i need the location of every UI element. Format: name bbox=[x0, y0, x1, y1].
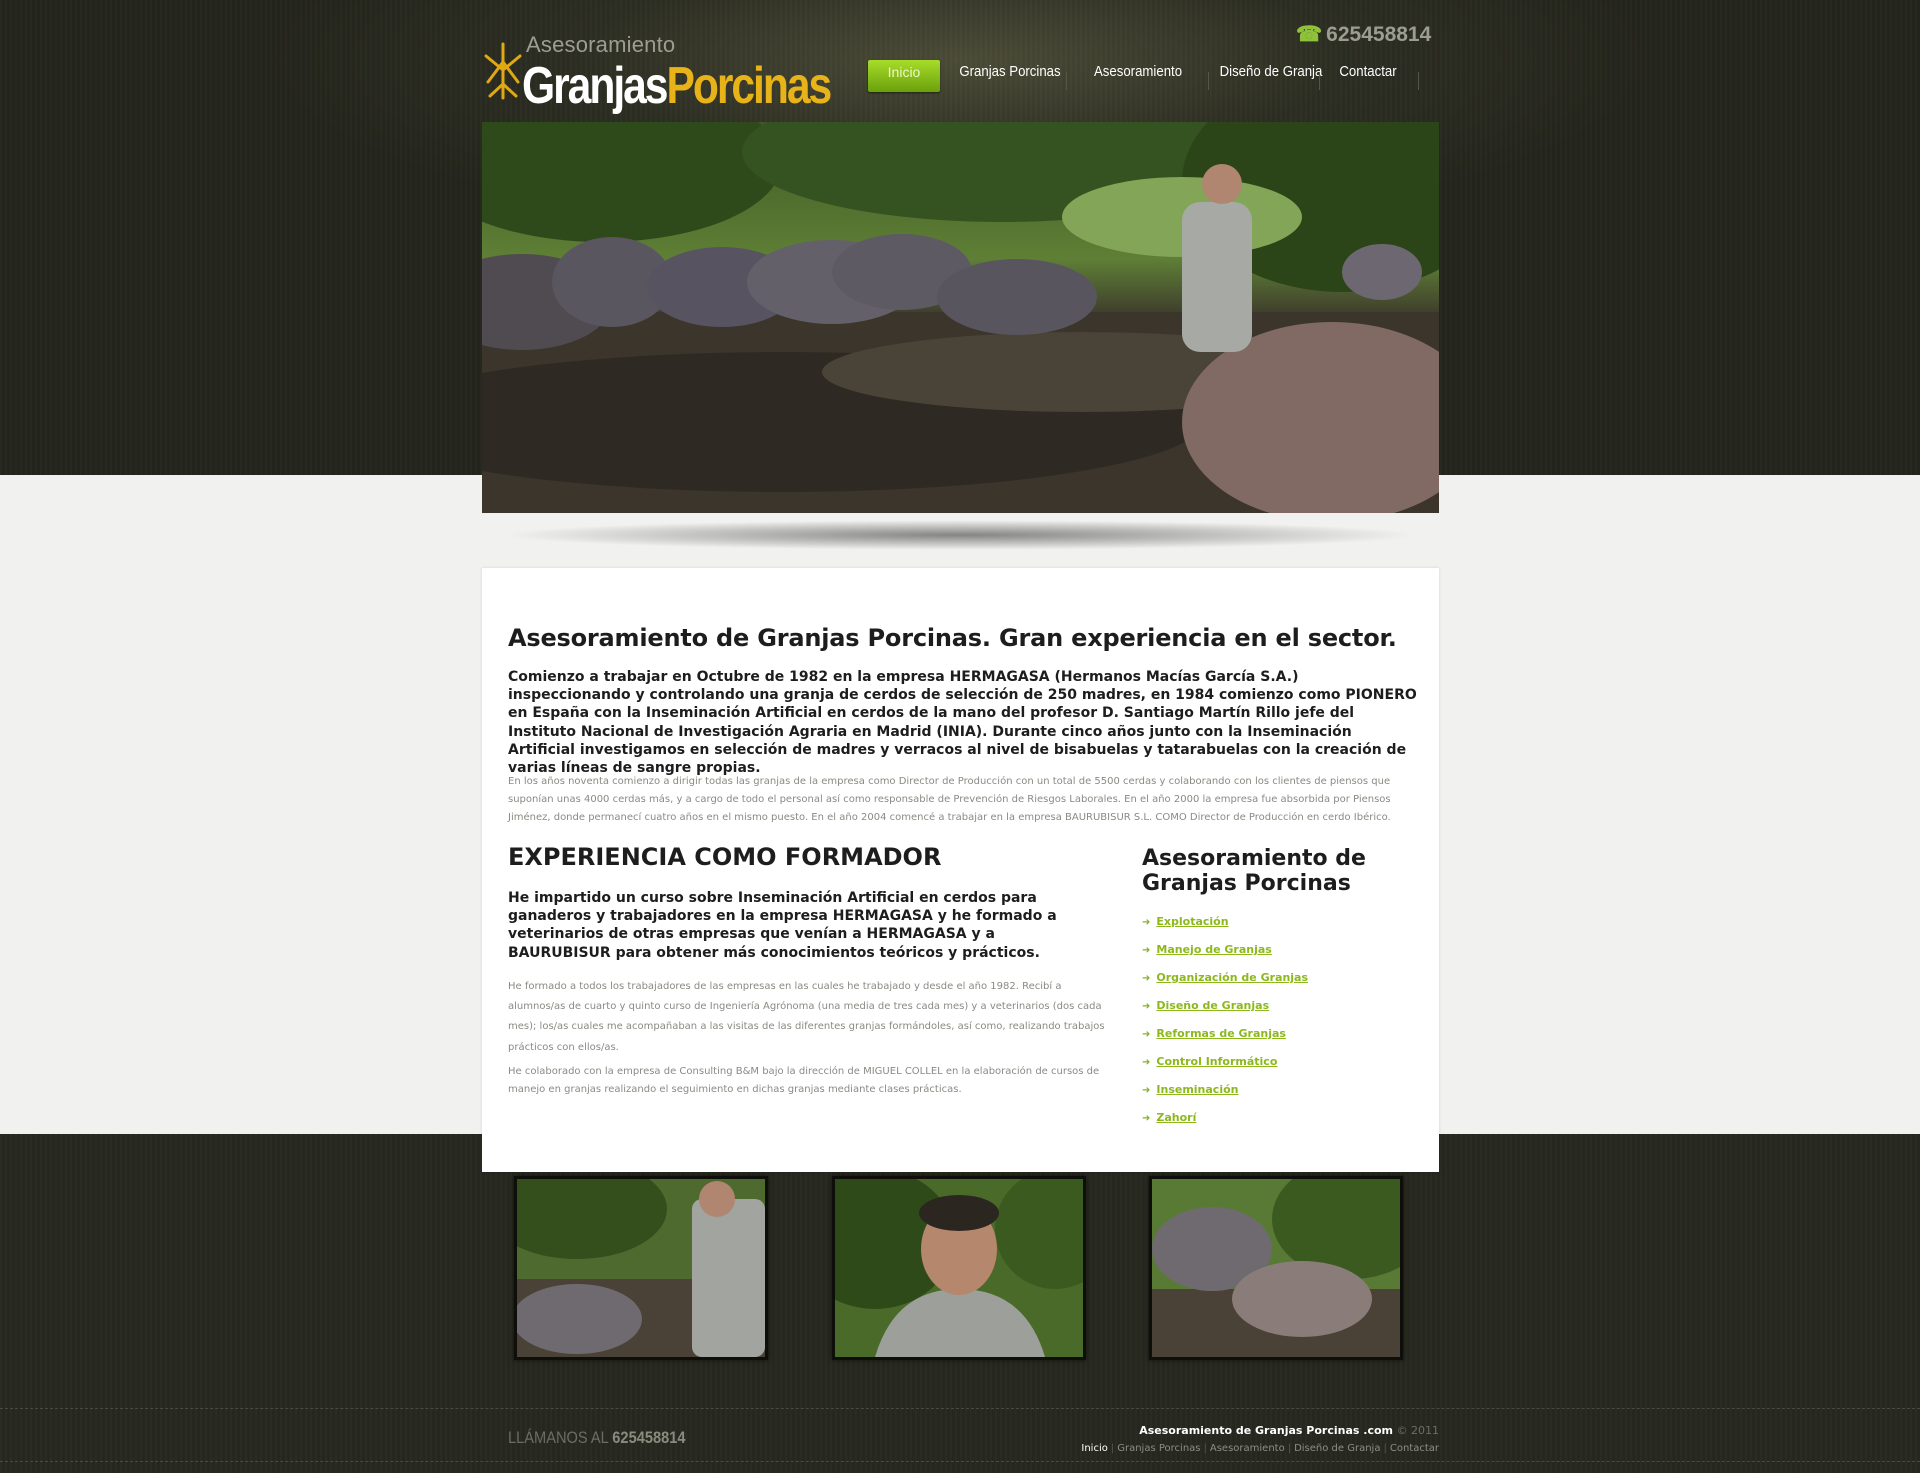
intro-detail-paragraph: En los años noventa comienzo a dirigir t… bbox=[508, 776, 1391, 824]
footer-link-contactar[interactable]: Contactar bbox=[1390, 1443, 1439, 1454]
gallery-photo-2[interactable] bbox=[832, 1176, 1086, 1360]
footer-call-us: LLÁMANOS AL 625458814 bbox=[508, 1428, 685, 1448]
header-phone-number: 625458814 bbox=[1326, 23, 1432, 46]
footer-link-inicio[interactable]: Inicio bbox=[1081, 1443, 1107, 1454]
logo-word-granjas: Granjas bbox=[522, 57, 668, 115]
nav-separator bbox=[1066, 72, 1067, 90]
footer-link-separator: | bbox=[1110, 1443, 1115, 1454]
sidebar-item-inseminacion: ➜ Inseminación bbox=[1142, 1082, 1422, 1110]
nav-separator bbox=[1319, 72, 1320, 90]
footer-brand-name: Asesoramiento de Granjas Porcinas .com bbox=[1139, 1424, 1393, 1437]
gallery-photo-3[interactable] bbox=[1149, 1176, 1403, 1360]
arrow-right-icon: ➜ bbox=[1142, 1029, 1151, 1040]
sidebar-item-manejo: ➜ Manejo de Granjas bbox=[1142, 942, 1422, 970]
wheat-icon bbox=[484, 42, 522, 100]
nav-separator bbox=[1208, 72, 1209, 90]
arrow-right-icon: ➜ bbox=[1142, 1085, 1151, 1096]
sidebar-item-organizacion: ➜ Organización de Granjas bbox=[1142, 970, 1422, 998]
sidebar-item-explotacion: ➜ Explotación bbox=[1142, 914, 1422, 942]
hero-shadow bbox=[500, 520, 1420, 550]
formador-consulting-paragraph: He colaborado con la empresa de Consulti… bbox=[508, 1066, 1100, 1096]
sidebar-link-reformas-de-granjas[interactable]: Reformas de Granjas bbox=[1156, 1027, 1286, 1040]
main-content: Asesoramiento de Granjas Porcinas. Gran … bbox=[482, 568, 1439, 1172]
gallery-photo-1[interactable] bbox=[514, 1176, 768, 1360]
sidebar-item-control: ➜ Control Informático bbox=[1142, 1054, 1422, 1082]
footer-link-granjas-porcinas[interactable]: Granjas Porcinas bbox=[1117, 1443, 1200, 1454]
nav-granjas-porcinas[interactable]: Granjas Porcinas bbox=[957, 60, 1063, 92]
sidebar-title: Asesoramiento de Granjas Porcinas bbox=[1142, 846, 1366, 896]
footer-nav: Inicio | Granjas Porcinas | Asesoramiento | Di… bbox=[1081, 1443, 1439, 1454]
sidebar-link-organizacion-de-granjas[interactable]: Organización de Granjas bbox=[1156, 971, 1308, 984]
nav-separator bbox=[1418, 72, 1419, 90]
intro-paragraph: Comienzo a trabajar en Octubre de 1982 e… bbox=[508, 669, 1417, 777]
footer-brand: Asesoramiento de Granjas Porcinas .com ©… bbox=[1139, 1424, 1439, 1437]
section-title-formador: EXPERIENCIA COMO FORMADOR bbox=[508, 843, 942, 871]
nav-diseno-de-granja[interactable]: Diseño de Granja bbox=[1220, 60, 1323, 92]
arrow-right-icon: ➜ bbox=[1142, 1113, 1151, 1124]
nav-inicio[interactable]: Inicio bbox=[868, 60, 940, 92]
header-phone[interactable]: ☎ 625458814 bbox=[1296, 22, 1431, 47]
footer-link-diseno-de-granja[interactable]: Diseño de Granja bbox=[1294, 1443, 1380, 1454]
footer-link-separator: | bbox=[1383, 1443, 1387, 1454]
logo-wordmark: GranjasPorcinas bbox=[522, 56, 832, 116]
formador-paragraph: He impartido un curso sobre Inseminación… bbox=[508, 890, 1057, 961]
footer-link-separator: | bbox=[1203, 1443, 1207, 1454]
sidebar-item-reformas: ➜ Reformas de Granjas bbox=[1142, 1026, 1422, 1054]
hero-photo bbox=[482, 122, 1439, 513]
phone-icon: ☎ bbox=[1296, 23, 1323, 46]
sidebar-link-zahori[interactable]: Zahorí bbox=[1156, 1111, 1196, 1124]
sidebar-item-zahori: ➜ Zahorí bbox=[1142, 1110, 1422, 1138]
sidebar-link-explotacion[interactable]: Explotación bbox=[1156, 915, 1228, 928]
footer-copyright: © 2011 bbox=[1396, 1424, 1440, 1437]
arrow-right-icon: ➜ bbox=[1142, 1057, 1151, 1068]
nav-contactar[interactable]: Contactar bbox=[1333, 60, 1403, 92]
footer-call-phone: 625458814 bbox=[612, 1428, 686, 1447]
sidebar-link-diseno-de-granjas[interactable]: Diseño de Granjas bbox=[1156, 999, 1269, 1012]
site-logo[interactable]: Asesoramiento GranjasPorcinas bbox=[482, 30, 832, 125]
footer-link-separator: | bbox=[1287, 1443, 1292, 1454]
logo-word-porcinas: Porcinas bbox=[666, 57, 832, 115]
page-title: Asesoramiento de Granjas Porcinas. Gran … bbox=[508, 624, 1397, 652]
arrow-right-icon: ➜ bbox=[1142, 1001, 1151, 1012]
footer-call-label: LLÁMANOS AL bbox=[508, 1428, 609, 1447]
sidebar-link-inseminacion[interactable]: Inseminación bbox=[1156, 1083, 1238, 1096]
formador-detail-paragraph: He formado a todos los trabajadores de l… bbox=[508, 981, 1105, 1053]
footer-divider bbox=[0, 1461, 1920, 1462]
arrow-right-icon: ➜ bbox=[1142, 973, 1151, 984]
nav-asesoramiento[interactable]: Asesoramiento bbox=[1094, 60, 1182, 92]
logo-tagline: Asesoramiento bbox=[526, 32, 676, 57]
footer-link-asesoramiento[interactable]: Asesoramiento bbox=[1210, 1443, 1285, 1454]
footer-divider bbox=[0, 1408, 1920, 1409]
sidebar-link-control-informatico[interactable]: Control Informático bbox=[1156, 1055, 1277, 1068]
arrow-right-icon: ➜ bbox=[1142, 945, 1151, 956]
arrow-right-icon: ➜ bbox=[1142, 917, 1151, 928]
sidebar-link-manejo-de-granjas[interactable]: Manejo de Granjas bbox=[1156, 943, 1271, 956]
sidebar-item-diseno: ➜ Diseño de Granjas bbox=[1142, 998, 1422, 1026]
sidebar-links: ➜ Explotación ➜ Manejo de Granjas ➜ Organiz… bbox=[1142, 914, 1422, 1138]
